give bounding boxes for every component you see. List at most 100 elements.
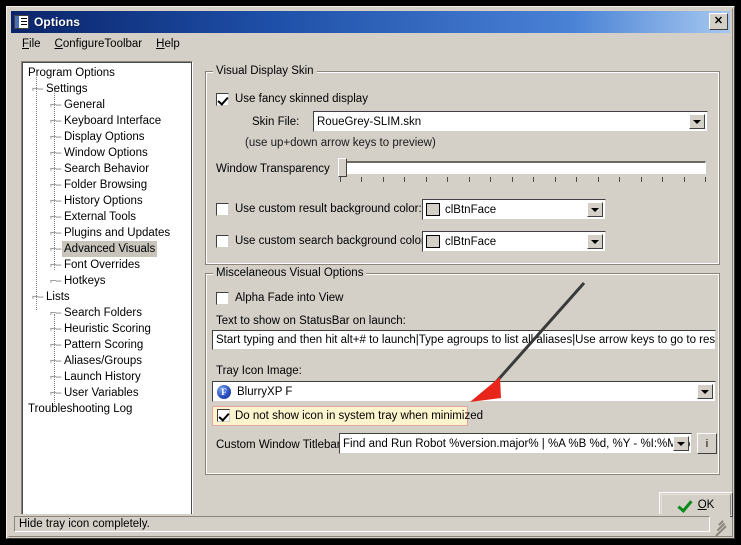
statusbar-text-input[interactable]: Start typing and then hit alt+# to launc… bbox=[212, 330, 716, 350]
visual-display-skin-title: Visual Display Skin bbox=[213, 65, 317, 77]
window-transparency-thumb[interactable] bbox=[338, 158, 347, 177]
custom-result-bg-label: Use custom result background color: bbox=[235, 203, 422, 215]
tree-branch-icon: ⌐-- bbox=[50, 275, 62, 287]
tree-branch-icon: ⌐-- bbox=[50, 179, 62, 191]
slider-tick bbox=[340, 177, 341, 182]
tree-item-label: Search Behavior bbox=[64, 163, 150, 175]
tree-item-aliases-groups[interactable]: ⌐-- Aliases/Groups bbox=[22, 353, 192, 369]
tree-branch-icon: ⌐-- bbox=[50, 323, 62, 335]
custom-search-bg-checkbox[interactable] bbox=[216, 235, 229, 248]
tree-item-label: Lists bbox=[46, 291, 70, 303]
tree-item-user-variables[interactable]: ⌐-- User Variables bbox=[22, 385, 192, 401]
custom-search-bg-combo[interactable]: clBtnFace bbox=[422, 231, 606, 252]
menu-bar: File ConfigureToolbar Help bbox=[11, 35, 730, 53]
tree-item-settings[interactable]: ⌐-- Settings bbox=[22, 81, 192, 97]
tree-item-history-options[interactable]: ⌐-- History Options bbox=[22, 193, 192, 209]
tree-item-keyboard-interface[interactable]: ⌐-- Keyboard Interface bbox=[22, 113, 192, 129]
tree-item-folder-browsing[interactable]: ⌐-- Folder Browsing bbox=[22, 177, 192, 193]
tree-branch-icon: ⌐-- bbox=[50, 147, 62, 159]
slider-tick bbox=[490, 177, 492, 182]
tree-item-plugins-and-updates[interactable]: ⌐-- Plugins and Updates bbox=[22, 225, 192, 241]
close-icon[interactable]: ✕ bbox=[709, 13, 728, 30]
tray-icon-label: Tray Icon Image: bbox=[216, 365, 302, 377]
slider-tick bbox=[425, 177, 427, 182]
menu-item-file[interactable]: File bbox=[15, 36, 48, 52]
hide-tray-checkbox[interactable] bbox=[217, 409, 230, 422]
custom-search-bg-value: clBtnFace bbox=[445, 235, 497, 248]
tree-item-window-options[interactable]: ⌐-- Window Options bbox=[22, 145, 192, 161]
tree-item-program-options[interactable]: Program Options bbox=[22, 65, 192, 81]
slider-tick bbox=[704, 177, 706, 182]
window-transparency-slider[interactable] bbox=[340, 161, 706, 174]
statusbar-text-label: Text to show on StatusBar on launch: bbox=[216, 315, 406, 327]
tree-branch-icon: ⌐-- bbox=[50, 339, 62, 351]
slider-tick bbox=[619, 177, 621, 182]
skin-file-hint: (use up+down arrow keys to preview) bbox=[245, 137, 436, 149]
menu-item-configuretoolbar-rest: onfigureToolbar bbox=[62, 38, 143, 50]
custom-result-bg-checkbox[interactable] bbox=[216, 203, 229, 216]
ok-button-label: OK bbox=[697, 498, 715, 511]
tree-branch-icon: ⌐-- bbox=[50, 131, 62, 143]
tree-item-label: Display Options bbox=[64, 131, 145, 143]
tree-item-label: History Options bbox=[64, 195, 143, 207]
options-checklist-icon bbox=[14, 15, 29, 29]
tree-item-label: Hotkeys bbox=[64, 275, 106, 287]
skin-file-combo[interactable]: RoueGrey-SLIM.skn bbox=[313, 111, 708, 132]
tree-item-general[interactable]: ⌐-- General bbox=[22, 97, 192, 113]
slider-tick bbox=[404, 177, 406, 182]
tree-branch-icon: ⌐-- bbox=[50, 211, 62, 223]
tree-item-troubleshooting-log[interactable]: Troubleshooting Log bbox=[22, 401, 192, 417]
tree-item-label: Troubleshooting Log bbox=[28, 403, 133, 415]
tray-icon-value: BlurryXP F bbox=[237, 385, 293, 398]
window-title: Options bbox=[34, 15, 81, 29]
tray-icon-combo[interactable]: F BlurryXP F bbox=[212, 381, 716, 402]
window-inner-frame: Options ✕ File ConfigureToolbar Help Pro… bbox=[8, 8, 733, 537]
titlebar-info-button[interactable]: i bbox=[697, 433, 717, 454]
menu-item-configuretoolbar[interactable]: ConfigureToolbar bbox=[48, 36, 150, 52]
tree-item-search-behavior[interactable]: ⌐-- Search Behavior bbox=[22, 161, 192, 177]
slider-tick bbox=[662, 177, 664, 182]
tree-item-label: Folder Browsing bbox=[64, 179, 148, 191]
menu-item-help[interactable]: Help bbox=[149, 36, 187, 52]
options-tree[interactable]: Program Options ⌐-- Settings ⌐-- General ⌐-- K… bbox=[21, 61, 193, 516]
tree-item-search-folders[interactable]: ⌐-- Search Folders bbox=[22, 305, 192, 321]
tree-item-hotkeys[interactable]: ⌐-- Hotkeys bbox=[22, 273, 192, 289]
fancy-skin-checkbox[interactable] bbox=[216, 93, 229, 106]
alpha-fade-checkbox[interactable] bbox=[216, 292, 229, 305]
menu-item-help-rest: elp bbox=[164, 38, 180, 50]
custom-result-bg-combo[interactable]: clBtnFace bbox=[422, 199, 606, 220]
chevron-down-icon[interactable] bbox=[689, 114, 705, 129]
tree-item-pattern-scoring[interactable]: ⌐-- Pattern Scoring bbox=[22, 337, 192, 353]
result-color-swatch bbox=[426, 203, 440, 216]
tree-item-font-overrides[interactable]: ⌐-- Font Overrides bbox=[22, 257, 192, 273]
custom-titlebar-input[interactable]: Find and Run Robot %version.major% | %A … bbox=[339, 433, 692, 454]
tree-branch-icon: ⌐-- bbox=[50, 307, 62, 319]
chevron-down-icon[interactable] bbox=[673, 436, 689, 451]
tree-item-external-tools[interactable]: ⌐-- External Tools bbox=[22, 209, 192, 225]
skin-file-value: RoueGrey-SLIM.skn bbox=[317, 115, 422, 128]
tree-branch-icon: ⌐-- bbox=[50, 195, 62, 207]
chevron-down-icon[interactable] bbox=[587, 202, 603, 217]
hide-tray-label: Do not show icon in system tray when min… bbox=[235, 410, 483, 422]
tree-item-label: Program Options bbox=[28, 67, 115, 79]
misc-visual-options-title: Miscelaneous Visual Options bbox=[213, 267, 367, 279]
options-window: Options ✕ File ConfigureToolbar Help Pro… bbox=[6, 6, 735, 539]
tree-item-launch-history[interactable]: ⌐-- Launch History bbox=[22, 369, 192, 385]
tree-item-advanced-visuals[interactable]: ⌐-- Advanced Visuals bbox=[22, 241, 192, 257]
tree-item-display-options[interactable]: ⌐-- Display Options bbox=[22, 129, 192, 145]
tree-branch-icon: ⌐-- bbox=[32, 291, 44, 303]
tree-item-lists[interactable]: ⌐-- Lists bbox=[22, 289, 192, 305]
tree-item-label: Search Folders bbox=[64, 307, 142, 319]
tree-item-label: Advanced Visuals bbox=[62, 241, 158, 257]
search-color-swatch bbox=[426, 235, 440, 248]
tree-item-label: Window Options bbox=[64, 147, 148, 159]
tree-item-heuristic-scoring[interactable]: ⌐-- Heuristic Scoring bbox=[22, 321, 192, 337]
slider-tick bbox=[554, 177, 556, 182]
tree-branch-icon: ⌐-- bbox=[50, 355, 62, 367]
chevron-down-icon[interactable] bbox=[697, 384, 713, 399]
chevron-down-icon[interactable] bbox=[587, 234, 603, 249]
tree-item-label: Launch History bbox=[64, 371, 141, 383]
resize-grip-icon[interactable] bbox=[714, 519, 728, 537]
tree-branch-icon: ⌐-- bbox=[50, 99, 62, 111]
tree-item-label: Settings bbox=[46, 83, 88, 95]
